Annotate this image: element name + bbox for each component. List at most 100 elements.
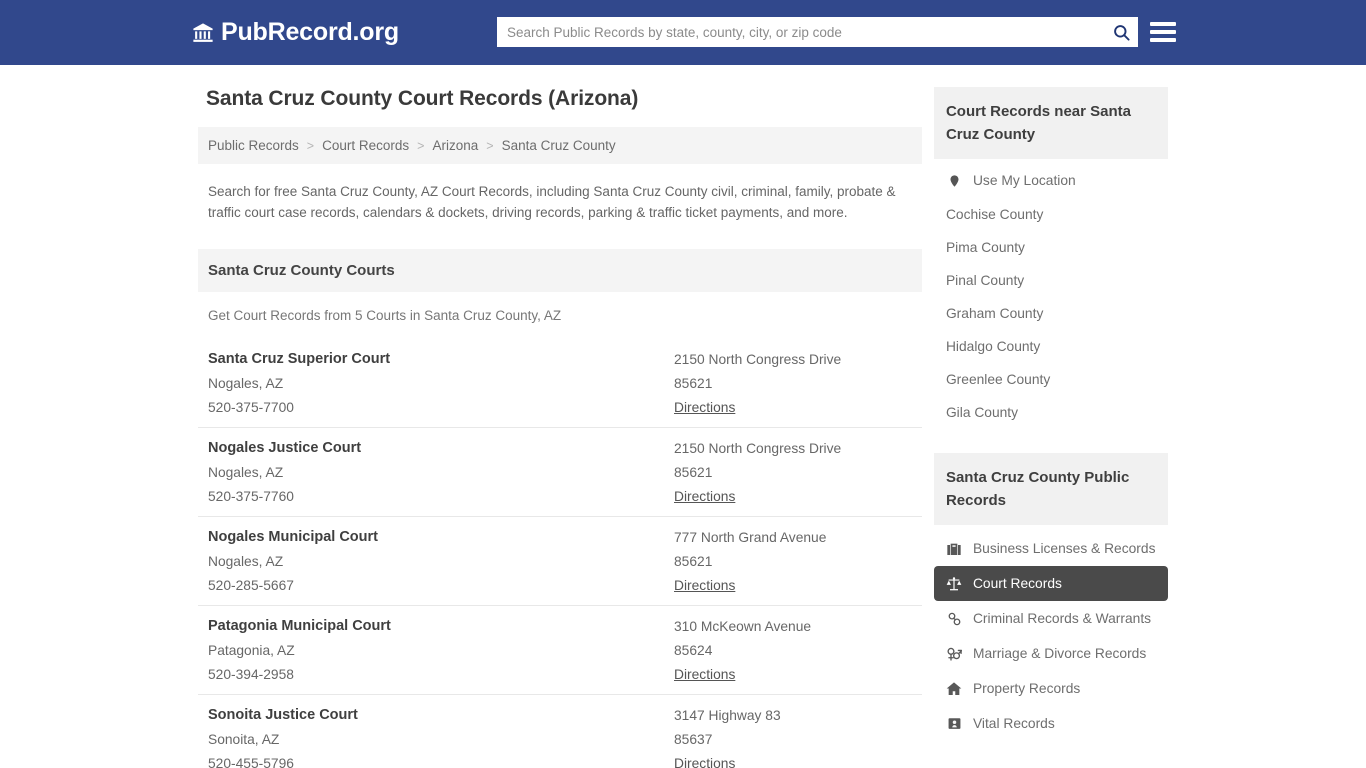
hamburger-bar <box>1150 22 1176 26</box>
court-info-right: 777 North Grand Avenue 85621 Directions <box>674 529 912 593</box>
page-body: Santa Cruz County Court Records (Arizona… <box>0 65 1366 768</box>
map-pin-icon <box>946 172 963 189</box>
nearby-item-label: Use My Location <box>972 173 1076 188</box>
nearby-item-hidalgo-county[interactable]: Hidalgo County <box>934 330 1168 363</box>
nearby-item-pima-county[interactable]: Pima County <box>934 231 1168 264</box>
court-address: 2150 North Congress Drive <box>674 441 842 456</box>
record-item-label: Criminal Records & Warrants <box>972 611 1152 626</box>
court-name: Patagonia Municipal Court <box>208 618 391 634</box>
court-info-left: Nogales Municipal Court Nogales, AZ 520-28… <box>208 529 674 593</box>
bank-building-icon <box>192 21 214 45</box>
record-item-vital-records[interactable]: Vital Records <box>934 706 1168 741</box>
nearby-item-pinal-county[interactable]: Pinal County <box>934 264 1168 297</box>
main-content: Santa Cruz County Court Records (Arizona… <box>198 87 922 768</box>
record-item-marriage-divorce-records[interactable]: Marriage & Divorce Records <box>934 636 1168 671</box>
court-name: Nogales Justice Court <box>208 440 362 456</box>
court-info-left: Santa Cruz Superior Court Nogales, AZ 520-… <box>208 351 674 415</box>
court-city-state: Sonoita, AZ <box>208 732 280 747</box>
handcuffs-icon <box>946 610 963 627</box>
court-zip: 85624 <box>674 643 713 658</box>
record-item-property-records[interactable]: Property Records <box>934 671 1168 706</box>
certificate-icon <box>946 715 963 732</box>
search-bar[interactable] <box>497 17 1138 47</box>
court-phone: 520-375-7700 <box>208 400 294 415</box>
brand-name: PubRecord.org <box>221 18 399 46</box>
court-info-left: Patagonia Municipal Court Patagonia, AZ 52… <box>208 618 674 682</box>
intro-paragraph: Search for free Santa Cruz County, AZ Co… <box>208 184 896 220</box>
hamburger-bar <box>1150 30 1176 34</box>
court-address: 3147 Highway 83 <box>674 708 781 723</box>
court-row: Sonoita Justice Court Sonoita, AZ 520-455-… <box>198 695 922 768</box>
court-address: 310 McKeown Avenue <box>674 619 812 634</box>
breadcrumb-item-public-records[interactable]: Public Records <box>208 138 299 153</box>
scales-icon <box>946 575 963 592</box>
search-icon <box>1112 23 1131 42</box>
nearby-item-label: Pinal County <box>945 273 1025 288</box>
nearby-item-gila-county[interactable]: Gila County <box>934 396 1168 429</box>
house-icon <box>946 680 963 697</box>
site-logo-link[interactable]: PubRecord.org <box>192 18 399 47</box>
court-info-right: 310 McKeown Avenue 85624 Directions <box>674 618 912 682</box>
court-phone: 520-375-7760 <box>208 489 294 504</box>
court-phone: 520-455-5796 <box>208 756 294 768</box>
court-row: Santa Cruz Superior Court Nogales, AZ 520-… <box>198 339 922 428</box>
courts-list: Santa Cruz Superior Court Nogales, AZ 520-… <box>198 339 922 768</box>
directions-link[interactable]: Directions <box>674 489 735 504</box>
public-records-panel-title: Santa Cruz County Public Records <box>933 453 1168 525</box>
court-address: 777 North Grand Avenue <box>674 530 827 545</box>
directions-link[interactable]: Directions <box>674 578 735 593</box>
court-info-left: Nogales Justice Court Nogales, AZ 520-375-… <box>208 440 674 504</box>
page-title: Santa Cruz County Court Records (Arizona… <box>206 87 639 110</box>
breadcrumb-item-arizona[interactable]: Arizona <box>432 138 478 153</box>
nearby-item-cochise-county[interactable]: Cochise County <box>934 198 1168 231</box>
court-zip: 85621 <box>674 376 713 391</box>
record-item-label: Court Records <box>972 576 1062 591</box>
nearby-item-graham-county[interactable]: Graham County <box>934 297 1168 330</box>
gender-symbols-icon <box>946 645 963 662</box>
court-info-right: 3147 Highway 83 85637 Directions <box>674 707 912 768</box>
nearby-item-label: Cochise County <box>945 207 1044 222</box>
public-records-list: Business Licenses & Records Court Records… <box>933 525 1168 741</box>
search-input[interactable] <box>497 18 1104 46</box>
site-header: PubRecord.org <box>0 0 1366 65</box>
record-item-label: Marriage & Divorce Records <box>972 646 1147 661</box>
breadcrumb-separator: > <box>306 138 315 153</box>
nearby-item-label: Hidalgo County <box>945 339 1041 354</box>
court-row: Patagonia Municipal Court Patagonia, AZ 52… <box>198 606 922 695</box>
nearby-item-label: Graham County <box>945 306 1044 321</box>
court-city-state: Patagonia, AZ <box>208 643 295 658</box>
court-phone: 520-394-2958 <box>208 667 294 682</box>
nearby-county-list: Use My Location Cochise County Pima County… <box>934 159 1168 429</box>
hamburger-menu-icon[interactable] <box>1150 19 1176 45</box>
court-row: Nogales Municipal Court Nogales, AZ 520-28… <box>198 517 922 606</box>
sidebar: Court Records near Santa Cruz County Use… <box>933 87 1168 741</box>
breadcrumb-separator: > <box>417 138 425 153</box>
nearby-item-use-my-location[interactable]: Use My Location <box>934 163 1168 198</box>
nearby-panel-title: Court Records near Santa Cruz County <box>933 87 1168 159</box>
court-phone: 520-285-5667 <box>208 578 294 593</box>
courts-section-subtitle: Get Court Records from 5 Courts in Santa… <box>208 308 562 323</box>
breadcrumb-item-santa-cruz-county: Santa Cruz County <box>501 138 616 153</box>
court-address: 2150 North Congress Drive <box>674 352 842 367</box>
nearby-item-greenlee-county[interactable]: Greenlee County <box>934 363 1168 396</box>
record-item-label: Business Licenses & Records <box>972 541 1156 556</box>
court-city-state: Nogales, AZ <box>208 554 284 569</box>
hamburger-bar <box>1150 38 1176 42</box>
court-info-right: 2150 North Congress Drive 85621 Directions <box>674 351 912 415</box>
nearby-item-label: Greenlee County <box>945 372 1051 387</box>
record-item-business-licenses-records[interactable]: Business Licenses & Records <box>934 531 1168 566</box>
directions-link[interactable]: Directions <box>674 667 735 682</box>
search-button[interactable] <box>1104 17 1138 47</box>
record-item-label: Property Records <box>972 681 1081 696</box>
directions-link[interactable]: Directions <box>674 400 735 415</box>
record-item-court-records[interactable]: Court Records <box>933 566 1168 601</box>
court-zip: 85621 <box>674 554 713 569</box>
court-name: Nogales Municipal Court <box>208 529 378 545</box>
nearby-item-label: Pima County <box>945 240 1025 255</box>
breadcrumb-item-court-records[interactable]: Court Records <box>322 138 409 153</box>
record-item-label: Vital Records <box>972 716 1055 731</box>
courts-section-title: Santa Cruz County Courts <box>198 249 922 292</box>
court-info-left: Sonoita Justice Court Sonoita, AZ 520-455-… <box>208 707 674 768</box>
record-item-criminal-records-warrants[interactable]: Criminal Records & Warrants <box>934 601 1168 636</box>
directions-link[interactable]: Directions <box>674 756 735 768</box>
